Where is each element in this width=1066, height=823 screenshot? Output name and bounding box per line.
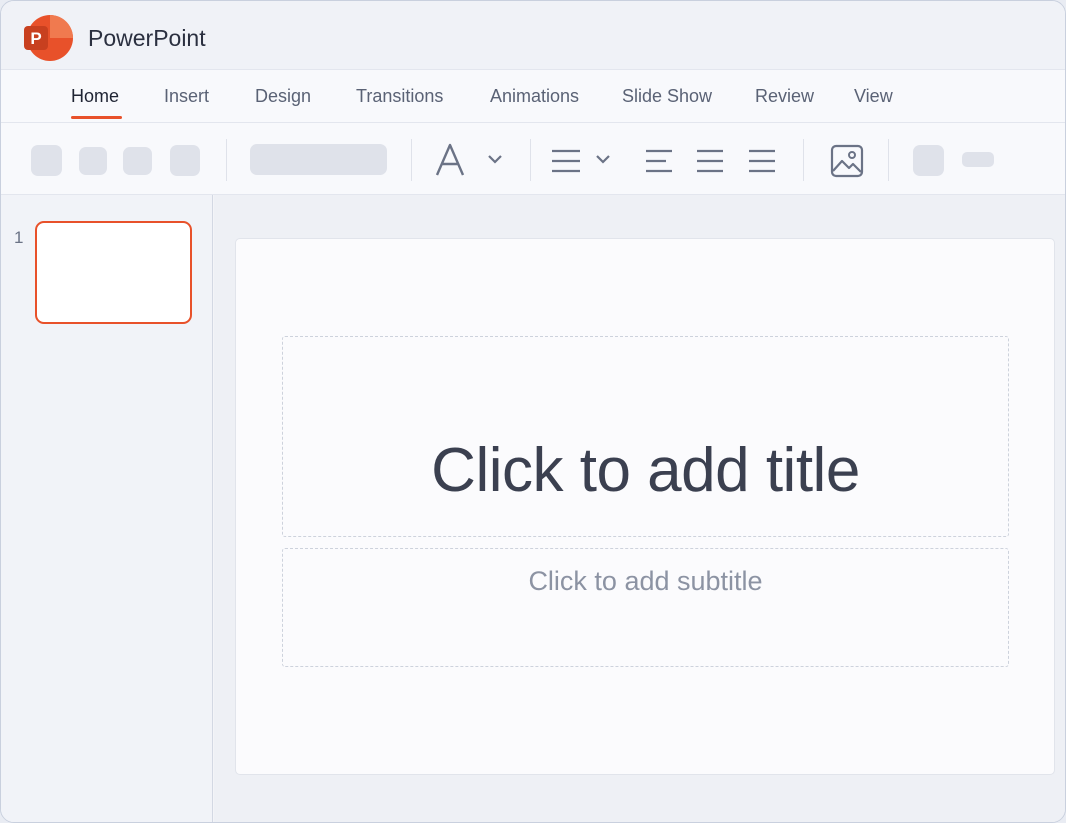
toolbar-button-1[interactable] [31,145,62,176]
ribbon-toolbar [1,123,1065,195]
picture-icon[interactable] [830,144,864,178]
app-title: PowerPoint [88,25,206,51]
toolbar-divider [226,139,227,181]
title-placeholder-text: Click to add title [431,436,860,505]
subtitle-placeholder-text: Click to add subtitle [528,566,763,596]
slide-thumbnail[interactable] [35,221,192,324]
tab-review[interactable]: Review [755,86,814,107]
slide-number: 1 [14,228,24,247]
align-left-icon[interactable] [645,149,673,173]
tab-home[interactable]: Home [71,86,119,107]
ribbon-tabs: Home Insert Design Transitions Animation… [1,69,1065,123]
powerpoint-logo-icon: P [24,15,73,61]
toolbar-button-2[interactable] [79,147,107,175]
toolbar-divider [411,139,412,181]
title-placeholder[interactable]: Click to add title [282,336,1009,537]
toolbar-button-3[interactable] [123,147,152,175]
subtitle-placeholder[interactable]: Click to add subtitle [282,548,1009,667]
toolbar-divider [803,139,804,181]
chevron-down-icon[interactable] [594,153,612,165]
tab-design[interactable]: Design [255,86,311,107]
tab-insert[interactable]: Insert [164,86,209,107]
tab-view[interactable]: View [854,86,893,107]
align-center-icon[interactable] [696,149,724,173]
toolbar-button-4[interactable] [170,145,200,176]
toolbar-button-5[interactable] [913,145,944,176]
toolbar-divider [888,139,889,181]
toolbar-button-6[interactable] [962,152,994,167]
slide-editor-canvas: Click to add title Click to add subtitle [214,195,1065,822]
align-justify-icon[interactable] [748,149,776,173]
tab-transitions[interactable]: Transitions [356,86,443,107]
chevron-down-icon[interactable] [486,153,504,165]
toolbar-divider [530,139,531,181]
active-tab-indicator [71,116,122,119]
slide-thumbnails-panel: 1 [1,195,213,822]
tab-animations[interactable]: Animations [490,86,579,107]
font-icon[interactable] [435,142,465,178]
tab-slide-show[interactable]: Slide Show [622,86,712,107]
line-spacing-icon[interactable] [551,149,581,173]
slide: Click to add title Click to add subtitle [235,238,1055,775]
title-bar: P PowerPoint [1,1,1065,69]
font-family-select[interactable] [250,144,387,175]
svg-text:P: P [30,29,41,48]
powerpoint-window: P PowerPoint Home Insert Design Transiti… [0,0,1066,823]
